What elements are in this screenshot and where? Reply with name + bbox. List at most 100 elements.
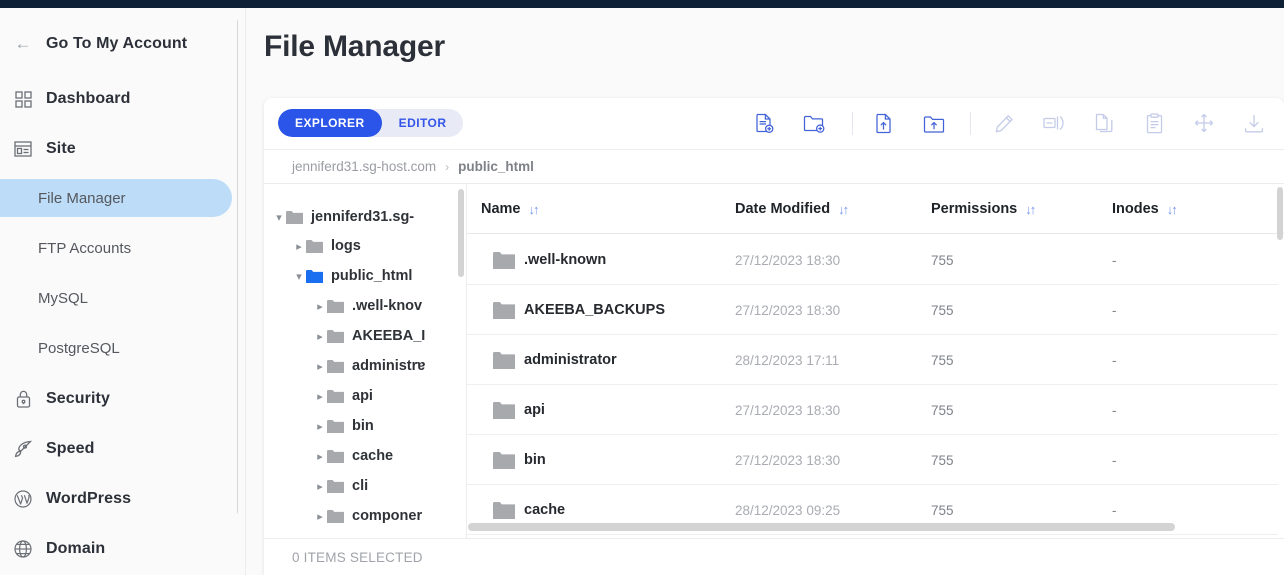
tree-item-public-html[interactable]: ▾ public_html: [264, 261, 466, 291]
sidebar-item-label: FTP Accounts: [38, 239, 132, 257]
new-folder-icon[interactable]: [800, 109, 828, 137]
column-header-name[interactable]: Name ↓↑: [481, 184, 540, 234]
sort-icon[interactable]: ↓↑: [1167, 202, 1178, 217]
table-header-row: Name ↓↑ Date Modified ↓↑ Permissions ↓↑: [467, 184, 1284, 234]
grid-icon: [12, 88, 34, 110]
wordpress-icon: [12, 488, 34, 510]
sidebar-item-label: Security: [46, 390, 110, 407]
tree-item-label: jenniferd31.sg-: [311, 209, 415, 225]
folder-icon: [493, 251, 515, 269]
chevron-right-icon[interactable]: ▸: [313, 480, 327, 493]
row-name: api: [524, 402, 545, 418]
folder-icon: [327, 509, 344, 523]
top-dark-bar: [0, 0, 1284, 8]
window-icon: [12, 138, 34, 160]
folder-icon-selected: [306, 269, 323, 283]
table-horizontal-scrollbar-thumb[interactable]: [468, 523, 1175, 531]
move-icon[interactable]: [1190, 109, 1218, 137]
sidebar-scrollbar-thumb[interactable]: [237, 18, 238, 515]
chevron-right-icon[interactable]: ▸: [313, 390, 327, 403]
tree-item-components[interactable]: ▸ componer: [264, 501, 466, 531]
sidebar-item-wordpress[interactable]: WordPress: [0, 482, 238, 516]
column-label: Permissions: [931, 201, 1018, 217]
row-inodes: -: [1112, 252, 1117, 268]
table-row[interactable]: bin 27/12/2023 18:30 755 -: [467, 435, 1278, 485]
sidebar-item-ftp-accounts[interactable]: FTP Accounts: [0, 229, 238, 267]
folder-icon: [327, 359, 344, 373]
folder-icon: [286, 210, 303, 224]
chevron-right-icon[interactable]: ▸: [313, 420, 327, 433]
tree-item-label: cache: [352, 448, 394, 464]
table-vertical-scrollbar-thumb[interactable]: [1277, 187, 1283, 240]
tab-explorer[interactable]: EXPLORER: [278, 109, 382, 137]
table-row[interactable]: api 27/12/2023 18:30 755 -: [467, 385, 1278, 435]
paste-icon[interactable]: [1140, 109, 1168, 137]
sidebar-item-dashboard[interactable]: Dashboard: [0, 82, 238, 116]
tree-item-akeeba-backups[interactable]: ▸ AKEEBA_I: [264, 321, 466, 351]
download-icon[interactable]: [1240, 109, 1268, 137]
tree-item-label: .well-knov: [352, 298, 423, 314]
tree-item-root[interactable]: ▾ jenniferd31.sg-: [264, 202, 466, 232]
folder-icon: [493, 351, 515, 369]
chevron-right-icon[interactable]: ▸: [313, 450, 327, 463]
column-header-date-modified[interactable]: Date Modified ↓↑: [735, 184, 849, 234]
copy-icon[interactable]: [1090, 109, 1118, 137]
sidebar-item-label: Dashboard: [46, 90, 131, 107]
sidebar-item-speed[interactable]: Speed: [0, 432, 238, 466]
tree-item-cache[interactable]: ▸ cache: [264, 441, 466, 471]
tree-item-cli[interactable]: ▸ cli: [264, 471, 466, 501]
tree-item-bin[interactable]: ▸ bin: [264, 411, 466, 441]
chevron-right-icon[interactable]: ▸: [313, 510, 327, 523]
chevron-right-icon[interactable]: ▸: [292, 240, 306, 253]
edit-icon[interactable]: [990, 109, 1018, 137]
sidebar-item-site[interactable]: Site: [0, 132, 238, 166]
tab-editor[interactable]: EDITOR: [382, 109, 464, 137]
table-row[interactable]: .well-known 27/12/2023 18:30 755 -: [467, 235, 1278, 285]
sidebar-item-label: Site: [46, 140, 76, 157]
sidebar-item-security[interactable]: Security: [0, 382, 238, 416]
sidebar-item-domain[interactable]: Domain: [0, 532, 238, 566]
folder-icon: [327, 329, 344, 343]
toolbar-separator: [970, 112, 971, 135]
table-row[interactable]: administrator 28/12/2023 17:11 755 -: [467, 335, 1278, 385]
go-to-my-account-link[interactable]: ← Go To My Account: [0, 27, 238, 61]
tree-item-api[interactable]: ▸ api: [264, 381, 466, 411]
sort-icon[interactable]: ↓↑: [838, 202, 849, 217]
rocket-icon: [12, 438, 34, 460]
sidebar-item-file-manager[interactable]: File Manager: [0, 179, 232, 217]
row-name: .well-known: [524, 252, 607, 268]
sidebar-item-mysql[interactable]: MySQL: [0, 279, 238, 317]
sidebar-item-postgresql[interactable]: PostgreSQL: [0, 329, 238, 367]
new-file-icon[interactable]: [750, 109, 778, 137]
tree-item-label: api: [352, 388, 373, 404]
tree-item-administrator[interactable]: ▸ administrɐ: [264, 351, 466, 381]
breadcrumb-current[interactable]: public_html: [458, 159, 534, 174]
tree-item-label: AKEEBA_I: [352, 328, 426, 344]
sort-icon[interactable]: ↓↑: [1025, 202, 1036, 217]
row-permissions: 755: [931, 302, 954, 318]
chevron-down-icon[interactable]: ▾: [292, 270, 306, 283]
row-inodes: -: [1112, 452, 1117, 468]
tree-scrollbar-thumb[interactable]: [458, 189, 464, 277]
row-permissions: 755: [931, 452, 954, 468]
chevron-down-icon[interactable]: ▾: [272, 211, 286, 224]
chevron-right-icon[interactable]: ▸: [313, 330, 327, 343]
row-icon-cell: [493, 335, 515, 385]
column-header-inodes[interactable]: Inodes ↓↑: [1112, 184, 1178, 234]
upload-file-icon[interactable]: [870, 109, 898, 137]
column-header-permissions[interactable]: Permissions ↓↑: [931, 184, 1036, 234]
chevron-right-icon: ›: [445, 159, 450, 174]
table-row[interactable]: AKEEBA_BACKUPS 27/12/2023 18:30 755 -: [467, 285, 1278, 335]
rename-icon[interactable]: [1040, 109, 1068, 137]
upload-folder-icon[interactable]: [920, 109, 948, 137]
tree-item-logs[interactable]: ▸ logs: [264, 231, 466, 261]
tree-item-well-known[interactable]: ▸ .well-knov: [264, 291, 466, 321]
row-icon-cell: [493, 435, 515, 485]
view-mode-toggle[interactable]: EXPLORER EDITOR: [278, 109, 464, 137]
row-date-modified: 27/12/2023 18:30: [735, 302, 841, 318]
row-permissions: 755: [931, 352, 954, 368]
breadcrumb-root[interactable]: jenniferd31.sg-host.com: [292, 159, 436, 174]
chevron-right-icon[interactable]: ▸: [313, 300, 327, 313]
chevron-right-icon[interactable]: ▸: [313, 360, 327, 373]
sort-icon[interactable]: ↓↑: [529, 202, 540, 217]
